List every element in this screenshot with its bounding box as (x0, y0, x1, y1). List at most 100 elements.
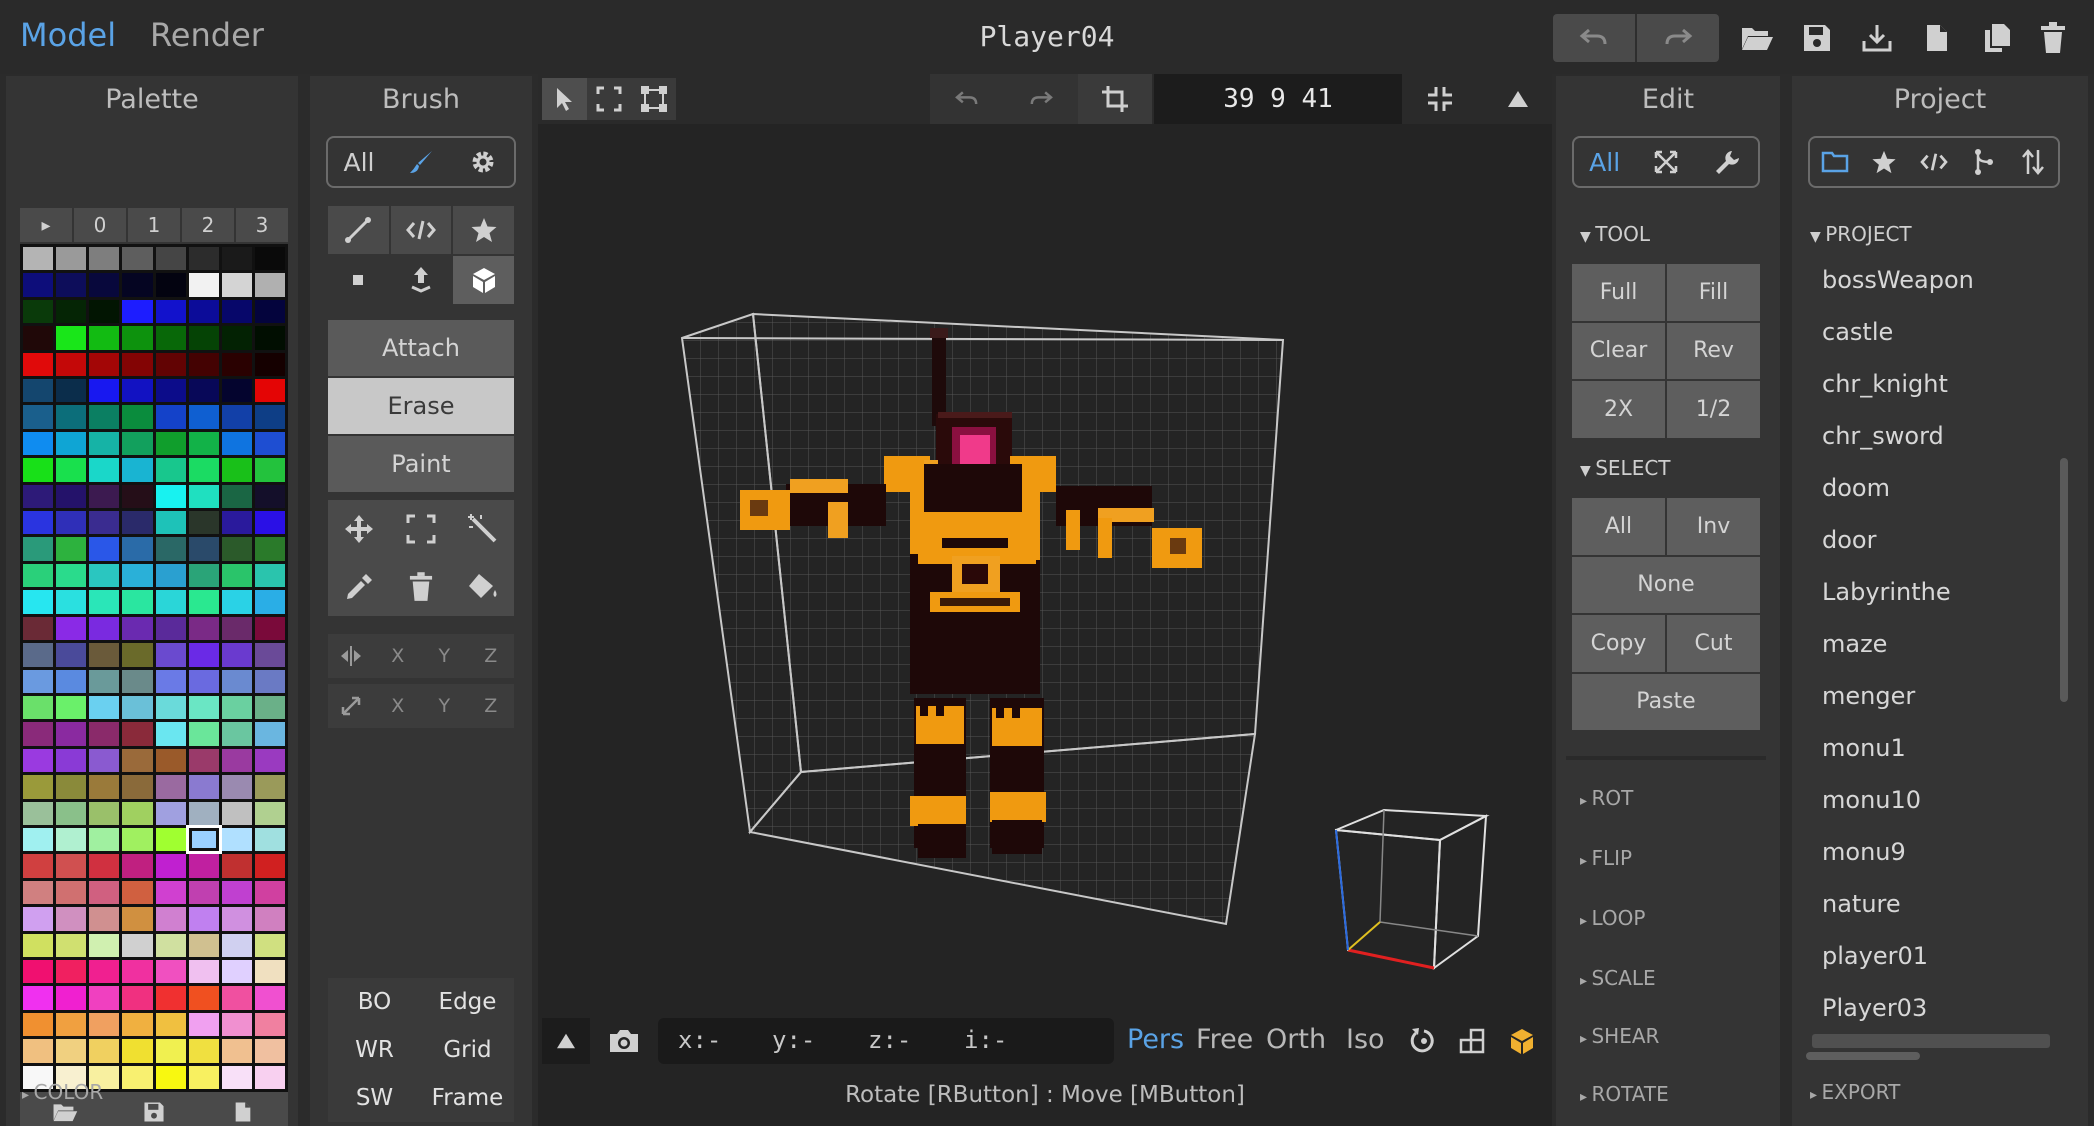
redo-icon[interactable] (1637, 14, 1719, 62)
color-swatch[interactable] (23, 458, 54, 482)
color-swatch[interactable] (254, 590, 285, 614)
color-swatch[interactable] (56, 775, 87, 799)
color-swatch[interactable] (188, 907, 219, 931)
wrench-icon[interactable] (1697, 149, 1758, 175)
paste-button[interactable]: Paste (1572, 673, 1760, 730)
color-swatch[interactable] (254, 458, 285, 482)
color-swatch[interactable] (56, 1012, 87, 1037)
color-swatch[interactable] (56, 405, 87, 429)
project-item[interactable]: chr_sword (1806, 410, 2066, 462)
select-inv-button[interactable]: Inv (1667, 498, 1760, 555)
color-swatch[interactable] (23, 695, 54, 720)
color-swatch[interactable] (122, 458, 153, 482)
color-swatch[interactable] (23, 801, 54, 825)
clear-button[interactable]: Clear (1572, 322, 1665, 380)
color-swatch[interactable] (89, 563, 120, 588)
toggle-wr[interactable]: WR (328, 1026, 421, 1074)
export-section[interactable]: ▸ EXPORT (1810, 1080, 1900, 1104)
color-swatch[interactable] (221, 907, 252, 931)
color-section-toggle[interactable]: ▸ COLOR (22, 1080, 103, 1104)
project-item[interactable]: player01 (1806, 930, 2066, 982)
color-swatch[interactable] (155, 775, 186, 799)
color-swatch[interactable] (89, 326, 120, 350)
color-swatch[interactable] (254, 775, 285, 799)
color-swatch[interactable] (122, 299, 153, 324)
color-swatch[interactable] (23, 484, 54, 509)
cube-icon[interactable] (453, 256, 514, 304)
crop-icon[interactable] (1078, 74, 1152, 124)
color-swatch[interactable] (155, 722, 186, 746)
color-swatch[interactable] (89, 801, 120, 825)
color-swatch[interactable] (155, 352, 186, 377)
color-swatch[interactable] (122, 247, 153, 271)
color-swatch[interactable] (56, 986, 87, 1010)
color-swatch[interactable] (56, 484, 87, 509)
triangle-up-icon[interactable] (1490, 74, 1546, 124)
color-swatch[interactable] (221, 405, 252, 429)
brush-filter-all[interactable]: All (328, 148, 390, 177)
color-swatch[interactable] (56, 669, 87, 693)
color-swatch[interactable] (122, 801, 153, 825)
color-swatch[interactable] (23, 431, 54, 456)
paint-mode-button[interactable]: Paint (328, 436, 514, 492)
rotate-section[interactable]: ▸ ROTATE (1580, 1082, 1669, 1106)
color-swatch[interactable] (221, 669, 252, 693)
color-swatch[interactable] (254, 616, 285, 641)
color-swatch[interactable] (122, 643, 153, 667)
color-swatch[interactable] (221, 722, 252, 746)
move-icon[interactable] (328, 500, 390, 558)
color-swatch[interactable] (221, 511, 252, 535)
color-swatch[interactable] (122, 616, 153, 641)
project-item[interactable]: castle (1806, 306, 2066, 358)
view-mode-orth[interactable]: Orth (1266, 1024, 1326, 1055)
box-select-icon[interactable] (390, 500, 452, 558)
color-swatch[interactable] (89, 484, 120, 509)
color-swatch[interactable] (254, 563, 285, 588)
color-swatch[interactable] (254, 959, 285, 984)
color-swatch[interactable] (56, 616, 87, 641)
redo-icon[interactable] (1004, 74, 1078, 124)
color-swatch[interactable] (89, 273, 120, 297)
color-swatch[interactable] (254, 1012, 285, 1037)
color-swatch[interactable] (155, 511, 186, 535)
color-swatch[interactable] (155, 326, 186, 350)
layout-icon[interactable] (1452, 1018, 1492, 1064)
color-swatch[interactable] (122, 379, 153, 403)
color-swatch[interactable] (122, 1039, 153, 1063)
color-swatch[interactable] (155, 273, 186, 297)
cut-button[interactable]: Cut (1667, 615, 1760, 672)
color-swatch[interactable] (155, 616, 186, 641)
edit-filter-all[interactable]: All (1574, 148, 1635, 177)
color-swatch[interactable] (56, 643, 87, 667)
color-swatch[interactable] (155, 1039, 186, 1063)
color-swatch[interactable] (23, 933, 54, 957)
palette-tab-3[interactable]: 3 (236, 208, 288, 242)
dot-icon[interactable] (328, 256, 389, 304)
color-swatch[interactable] (89, 590, 120, 614)
folder-open-icon[interactable] (1735, 16, 1779, 60)
color-swatch[interactable] (188, 458, 219, 482)
color-swatch[interactable] (155, 563, 186, 588)
color-swatch[interactable] (254, 643, 285, 667)
project-item[interactable]: Labyrinthe (1806, 566, 2066, 618)
color-swatch[interactable] (56, 431, 87, 456)
color-swatch[interactable] (23, 1039, 54, 1063)
color-swatch[interactable] (254, 933, 285, 957)
color-swatch[interactable] (56, 326, 87, 350)
color-swatch[interactable] (89, 431, 120, 456)
new-file-icon[interactable] (1915, 16, 1959, 60)
color-swatch[interactable] (221, 379, 252, 403)
select-none-button[interactable]: None (1572, 556, 1760, 613)
color-swatch[interactable] (188, 722, 219, 746)
palette-tab-1[interactable]: 1 (128, 208, 182, 242)
color-swatch[interactable] (221, 563, 252, 588)
expand-icon[interactable] (1635, 149, 1696, 175)
project-item[interactable]: Player03 (1806, 982, 2066, 1034)
color-swatch[interactable] (188, 431, 219, 456)
camera-icon[interactable] (600, 1018, 648, 1064)
toggle-edge[interactable]: Edge (421, 978, 514, 1026)
line-icon[interactable] (328, 206, 389, 254)
color-swatch[interactable] (23, 405, 54, 429)
toggle-sw[interactable]: SW (328, 1074, 421, 1122)
color-swatch[interactable] (122, 695, 153, 720)
